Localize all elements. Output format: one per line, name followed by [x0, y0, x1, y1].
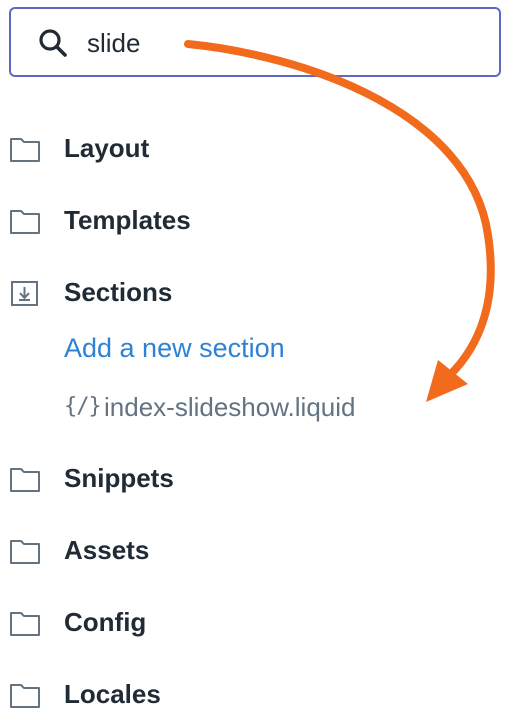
search-icon [39, 29, 67, 57]
folder-sections[interactable]: Sections [0, 267, 420, 319]
folder-templates[interactable]: Templates [0, 195, 420, 247]
liquid-file-icon: {/} [64, 394, 102, 419]
folder-icon [10, 684, 40, 708]
folder-label: Config [64, 607, 147, 637]
folder-config[interactable]: Config [0, 597, 420, 649]
folder-label: Snippets [64, 463, 174, 493]
add-new-section-link[interactable]: Add a new section [64, 333, 285, 364]
folder-assets[interactable]: Assets [0, 525, 420, 577]
folder-label: Layout [64, 133, 150, 163]
folder-layout[interactable]: Layout [0, 123, 420, 175]
search-box[interactable] [9, 7, 501, 77]
folder-icon [10, 468, 40, 492]
folder-icon [10, 540, 40, 564]
folder-icon [10, 138, 40, 162]
search-input[interactable] [87, 25, 467, 61]
folder-locales[interactable]: Locales [0, 669, 420, 721]
file-name: index-slideshow.liquid [104, 392, 356, 422]
folder-open-icon [11, 281, 38, 306]
folder-icon [10, 210, 40, 234]
folder-snippets[interactable]: Snippets [0, 453, 420, 505]
folder-label: Locales [64, 679, 161, 709]
folder-label: Assets [64, 535, 150, 565]
folder-label: Templates [64, 205, 191, 235]
folder-label: Sections [64, 277, 173, 307]
folder-icon [10, 612, 40, 636]
